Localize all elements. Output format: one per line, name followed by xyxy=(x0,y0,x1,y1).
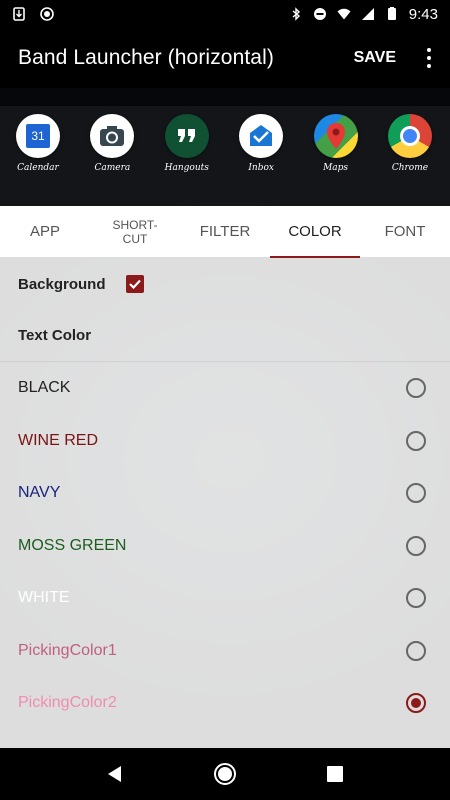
color-option-radio[interactable] xyxy=(406,588,426,609)
background-row: Background xyxy=(0,258,450,310)
tab-label: FONT xyxy=(384,223,426,240)
color-option-label: BLACK xyxy=(18,379,71,397)
tab-shortcut[interactable]: SHORT- CUT xyxy=(90,206,180,257)
signal-icon xyxy=(361,8,374,20)
settings-panel: APP SHORT- CUT FILTER COLOR FONT Backgro… xyxy=(0,206,450,748)
color-option-row[interactable]: WINE RED xyxy=(0,415,450,468)
color-option-label: PickingColor1 xyxy=(18,641,117,659)
record-notification-icon xyxy=(40,7,54,21)
color-option-row[interactable]: PickingColor1 xyxy=(0,625,450,678)
launcher-item-label: Hangouts xyxy=(164,163,209,173)
status-time: 9:43 xyxy=(408,5,438,23)
background-label: Background xyxy=(18,275,106,293)
home-icon[interactable] xyxy=(213,762,237,786)
do-not-disturb-icon xyxy=(313,8,326,20)
status-bar: 9:43 xyxy=(0,0,450,28)
launcher-item-inbox[interactable]: Inbox xyxy=(237,114,285,206)
page-title: Band Launcher (horizontal) xyxy=(18,46,274,69)
inbox-icon xyxy=(239,114,284,158)
launcher-item-hangouts[interactable]: Hangouts xyxy=(163,114,211,206)
check-icon xyxy=(129,279,141,290)
tab-label: FILTER xyxy=(199,223,251,240)
color-options-list: BLACK WINE RED NAVY MOSS GREEN WHITE PickingC… xyxy=(0,362,450,730)
tab-bar: APP SHORT- CUT FILTER COLOR FONT xyxy=(0,206,450,258)
background-checkbox[interactable] xyxy=(126,275,144,293)
color-option-row[interactable]: MOSS GREEN xyxy=(0,520,450,573)
launcher-item-label: Chrome xyxy=(391,163,429,173)
launcher-item-label: Maps xyxy=(323,163,349,173)
launcher-item-label: Inbox xyxy=(248,163,274,173)
maps-icon xyxy=(313,114,358,158)
color-option-label: NAVY xyxy=(18,484,61,502)
color-option-label: WINE RED xyxy=(18,431,98,449)
launcher-item-chrome[interactable]: Chrome xyxy=(386,114,434,206)
launcher-item-label: Calendar xyxy=(17,163,59,173)
calendar-icon: 31 xyxy=(16,114,60,158)
bluetooth-icon xyxy=(292,7,300,21)
chrome-icon xyxy=(387,114,432,158)
color-option-radio[interactable] xyxy=(406,483,426,504)
wifi-icon xyxy=(337,8,351,20)
color-option-radio[interactable] xyxy=(406,378,426,399)
color-option-row[interactable]: PickingColor2 xyxy=(0,677,450,730)
color-option-row[interactable]: WHITE xyxy=(0,572,450,625)
back-icon[interactable] xyxy=(103,762,127,786)
launcher-item-label: Camera xyxy=(94,163,131,173)
color-option-radio[interactable] xyxy=(406,535,426,556)
color-option-label: MOSS GREEN xyxy=(18,536,127,554)
color-option-radio[interactable] xyxy=(406,430,426,451)
save-button[interactable]: SAVE xyxy=(354,49,396,67)
launcher-item-calendar[interactable]: 31 Calendar xyxy=(14,114,62,206)
battery-icon xyxy=(387,7,396,20)
hangouts-icon xyxy=(164,114,209,158)
camera-icon xyxy=(90,114,135,158)
launcher-item-camera[interactable]: Camera xyxy=(88,114,136,206)
tab-filter[interactable]: FILTER xyxy=(180,206,270,257)
launcher-preview: 31 Calendar Camera Hangouts Inbox Maps C… xyxy=(0,106,450,206)
launcher-item-maps[interactable]: Maps xyxy=(312,114,360,206)
color-option-radio[interactable] xyxy=(406,640,426,661)
color-option-label: WHITE xyxy=(18,589,70,607)
recents-icon[interactable] xyxy=(323,762,347,786)
download-notification-icon xyxy=(13,7,25,21)
color-option-label: PickingColor2 xyxy=(18,694,117,712)
color-option-row[interactable]: BLACK xyxy=(0,362,450,415)
navigation-bar xyxy=(0,748,450,800)
overflow-menu-icon[interactable] xyxy=(426,48,432,68)
calendar-day-text: 31 xyxy=(26,124,50,148)
text-color-title: Text Color xyxy=(0,310,450,362)
color-option-radio[interactable] xyxy=(406,693,426,714)
tab-label: SHORT- CUT xyxy=(112,217,158,246)
color-option-row[interactable]: NAVY xyxy=(0,467,450,520)
tab-color[interactable]: COLOR xyxy=(270,206,360,258)
app-bar: Band Launcher (horizontal) SAVE xyxy=(0,28,450,88)
tab-font[interactable]: FONT xyxy=(360,206,450,257)
tab-app[interactable]: APP xyxy=(0,206,90,257)
tab-label: APP xyxy=(29,223,60,240)
tab-label: COLOR xyxy=(288,223,342,240)
